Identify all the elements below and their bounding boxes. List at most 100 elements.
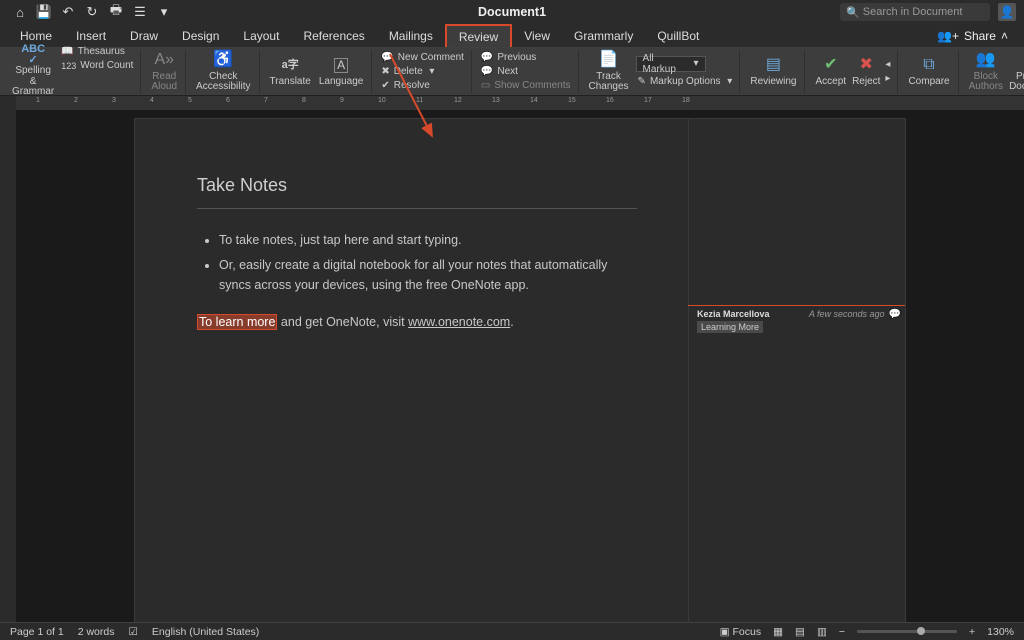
reviewing-pane-button[interactable]: ▤Reviewing [747, 56, 799, 88]
comment-text[interactable]: Learning More [697, 321, 763, 333]
accept-icon: ✔ [821, 56, 841, 76]
status-bar: Page 1 of 1 2 words ☑ English (United St… [0, 622, 1024, 640]
abc-icon: ABC✓ [23, 45, 43, 65]
reject-button[interactable]: ✖Reject [849, 56, 883, 88]
customize-icon[interactable]: ☰ [132, 4, 148, 20]
track-changes-button[interactable]: 📄Track Changes [586, 51, 632, 93]
comment-delete-icon: ✖ [381, 66, 389, 77]
markup-display-dropdown[interactable]: All Markup▾ [636, 56, 706, 72]
view-print-icon[interactable]: ▦ [773, 626, 783, 638]
user-avatar[interactable]: 👤 [998, 3, 1016, 21]
zoom-level[interactable]: 130% [987, 626, 1014, 638]
tab-grammarly[interactable]: Grammarly [562, 24, 645, 47]
globe-icon: A [331, 56, 351, 76]
document-body[interactable]: Take Notes To take notes, just tap here … [197, 175, 637, 331]
bullet-item[interactable]: To take notes, just tap here and start t… [219, 231, 637, 250]
word-count-indicator[interactable]: 2 words [78, 626, 115, 638]
undo-icon[interactable]: ↶ [60, 4, 76, 20]
language-indicator[interactable]: English (United States) [152, 626, 259, 638]
block-icon: 👥 [976, 51, 996, 71]
chevron-up-icon[interactable]: ˄ [1001, 29, 1008, 43]
highlighted-text[interactable]: To learn more [197, 314, 277, 330]
markup-options-button[interactable]: ✎Markup Options ▾ [636, 75, 735, 88]
next-change-button[interactable]: ▸ [883, 72, 892, 85]
view-read-icon[interactable]: ▥ [817, 626, 827, 638]
reject-icon: ✖ [856, 56, 876, 76]
delete-comment-button[interactable]: ✖Delete ▾ [379, 65, 466, 78]
spelling-grammar-button[interactable]: ABC✓Spelling & Grammar [9, 45, 57, 98]
focus-mode-button[interactable]: ▣ Focus [720, 626, 761, 638]
tab-view[interactable]: View [512, 24, 562, 47]
divider [197, 208, 637, 209]
heading[interactable]: Take Notes [197, 175, 637, 196]
language-button[interactable]: ALanguage [316, 56, 367, 88]
share-button[interactable]: 👥+ Share ˄ [929, 24, 1016, 47]
save-icon[interactable]: 💾 [36, 4, 52, 20]
comment-author: Kezia Marcellova [697, 309, 770, 319]
search-input[interactable]: 🔍 Search in Document [840, 3, 990, 21]
search-icon: 🔍 [846, 6, 860, 19]
accept-button[interactable]: ✔Accept [812, 56, 849, 88]
document-canvas[interactable]: Take Notes To take notes, just tap here … [16, 110, 1024, 622]
previous-comment-button[interactable]: 💬Previous [479, 51, 573, 64]
thesaurus-button[interactable]: 📖Thesaurus [59, 45, 135, 58]
redo-icon[interactable]: ↻ [84, 4, 100, 20]
next-icon: 💬 [481, 66, 493, 77]
comment-card[interactable]: 💬 A few seconds ago Kezia Marcellova Lea… [697, 309, 901, 333]
home-icon[interactable]: ⌂ [12, 4, 28, 20]
compare-button[interactable]: ⧉Compare [905, 56, 952, 88]
pane-icon: ▤ [763, 56, 783, 76]
dropdown-icon[interactable]: ▾ [156, 4, 172, 20]
ribbon: ABC✓Spelling & Grammar 📖Thesaurus 123Wor… [0, 48, 1024, 96]
tab-review[interactable]: Review [445, 24, 512, 47]
speaker-icon: A» [154, 51, 174, 71]
quick-access-toolbar: ⌂ 💾 ↶ ↻ 🖶 ☰ ▾ [0, 0, 184, 24]
onenote-link[interactable]: www.onenote.com [408, 315, 510, 329]
page-indicator[interactable]: Page 1 of 1 [10, 626, 64, 638]
paragraph[interactable]: To learn more and get OneNote, visit www… [197, 313, 637, 331]
translate-icon: a字 [280, 56, 300, 76]
comment-time: A few seconds ago [809, 309, 885, 319]
comment-bubble-icon[interactable]: 💬 [889, 309, 901, 320]
book-icon: 📖 [61, 46, 73, 57]
read-aloud-button[interactable]: A»Read Aloud [148, 51, 180, 93]
zoom-in-button[interactable]: + [969, 626, 975, 638]
tab-quillbot[interactable]: QuillBot [645, 24, 711, 47]
check-icon: ✔ [381, 80, 389, 91]
compare-icon: ⧉ [919, 56, 939, 76]
tab-insert[interactable]: Insert [64, 24, 118, 47]
vertical-ruler[interactable] [0, 110, 16, 622]
title-bar: ⌂ 💾 ↶ ↻ 🖶 ☰ ▾ Document1 🔍 Search in Docu… [0, 0, 1024, 24]
comment-connector [688, 305, 905, 306]
bullet-item[interactable]: Or, easily create a digital notebook for… [219, 256, 637, 295]
view-web-icon[interactable]: ▤ [795, 626, 805, 638]
block-authors-button[interactable]: 👥Block Authors [966, 51, 1006, 93]
pencil-icon: ✎ [638, 76, 646, 87]
tab-mailings[interactable]: Mailings [377, 24, 445, 47]
zoom-slider[interactable] [857, 630, 957, 633]
next-comment-button[interactable]: 💬Next [479, 65, 573, 78]
tab-references[interactable]: References [291, 24, 376, 47]
check-accessibility-button[interactable]: ♿Check Accessibility [193, 51, 253, 93]
word-count-button[interactable]: 123Word Count [59, 59, 135, 72]
new-comment-button[interactable]: 💬New Comment [379, 51, 466, 64]
show-comments-button: ▭Show Comments [479, 79, 573, 92]
count-icon: 123 [61, 61, 76, 71]
tab-draw[interactable]: Draw [118, 24, 170, 47]
print-icon[interactable]: 🖶 [108, 4, 124, 20]
prev-change-button[interactable]: ◂ [883, 58, 892, 71]
track-icon: 📄 [599, 51, 619, 71]
tab-layout[interactable]: Layout [231, 24, 291, 47]
share-icon: 👥+ [937, 29, 959, 43]
resolve-comment-button[interactable]: ✔Resolve [379, 79, 466, 92]
accessibility-icon: ♿ [213, 51, 233, 71]
translate-button[interactable]: a字Translate [267, 56, 314, 88]
prev-icon: 💬 [481, 52, 493, 63]
spellcheck-icon[interactable]: ☑ [128, 626, 137, 638]
zoom-out-button[interactable]: − [839, 626, 845, 638]
horizontal-ruler[interactable]: 123456789101112131415161718 [16, 96, 1024, 110]
comment-add-icon: 💬 [381, 52, 393, 63]
workspace: Take Notes To take notes, just tap here … [0, 110, 1024, 622]
tab-design[interactable]: Design [170, 24, 231, 47]
protect-document-button[interactable]: 🔒Protect Document [1006, 51, 1024, 93]
